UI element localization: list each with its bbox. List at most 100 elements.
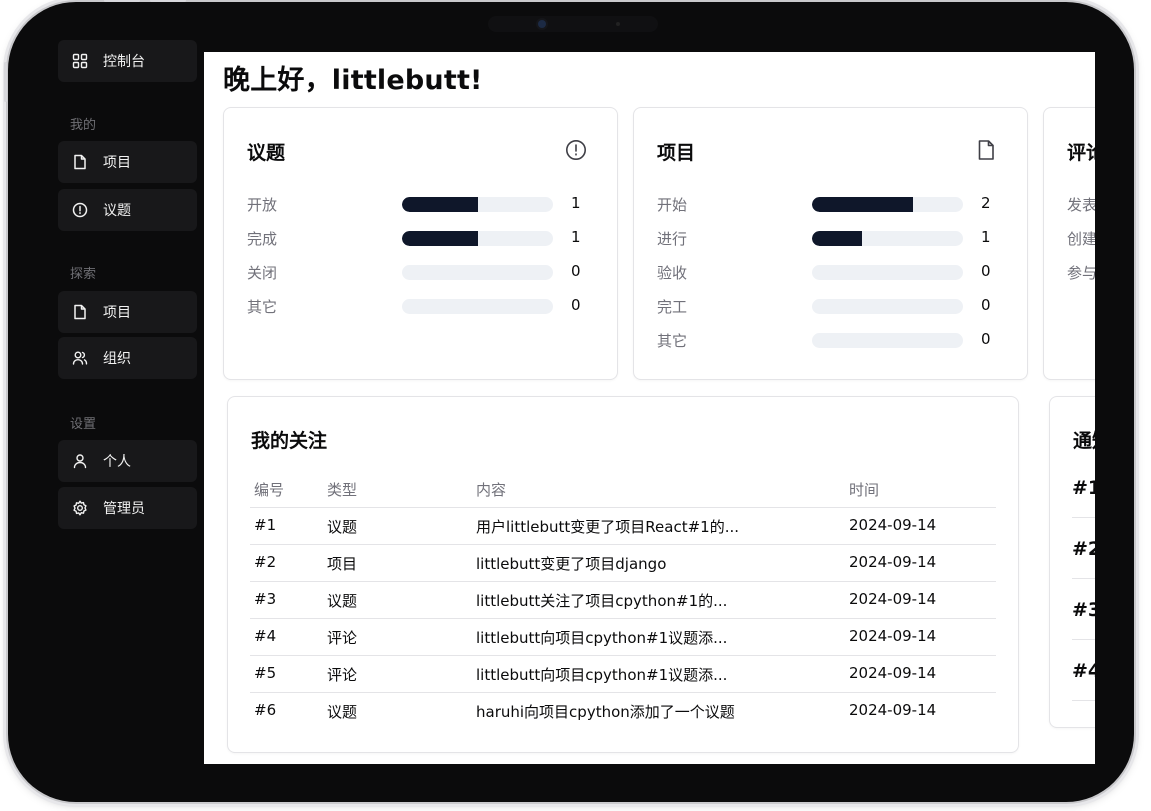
cell-content: 用户littlebutt变更了项目React#1的... <box>476 518 739 536</box>
cell-type: 评论 <box>327 666 358 684</box>
follow-card-title: 我的关注 <box>251 430 328 452</box>
sidebar-item-my-issues[interactable]: 议题 <box>58 189 197 231</box>
projects-stat-row: 进行 1 <box>657 228 997 248</box>
greeting-title: 晚上好，littlebutt! <box>223 65 483 96</box>
sidebar-item-label: 组织 <box>103 351 131 367</box>
column-header-type: 类型 <box>327 481 358 499</box>
stat-value: 0 <box>981 330 991 348</box>
sidebar-item-explore-projects[interactable]: 项目 <box>58 291 197 333</box>
cell-content: littlebutt向项目cpython#1议题添... <box>476 629 728 647</box>
sidebar-item-label: 控制台 <box>103 54 145 70</box>
stat-label: 验收 <box>657 264 688 282</box>
notify-card: 通知 #1 #2 #3 #4 <box>1049 396 1095 728</box>
stat-label: 完成 <box>247 230 278 248</box>
issues-card-title: 议题 <box>247 142 286 164</box>
cell-id: #4 <box>254 627 277 645</box>
cell-type: 项目 <box>327 555 358 573</box>
alert-circle-icon <box>565 139 587 161</box>
progress-track <box>812 265 963 280</box>
issues-stat-row: 完成 1 <box>247 228 587 248</box>
progress-fill <box>402 231 478 246</box>
top-button-2 <box>150 0 186 2</box>
notify-item[interactable]: #1 <box>1072 477 1095 499</box>
follow-table: 编号 类型 内容 时间 #1 议题 用户littlebutt变更了项目React#1… <box>250 475 996 729</box>
projects-stat-row: 验收 0 <box>657 262 997 282</box>
sensor-icon <box>616 22 620 26</box>
comments-stat-row: 发表 <box>1067 194 1095 214</box>
divider <box>1072 578 1095 579</box>
table-row[interactable]: #3 议题 littlebutt关注了项目cpython#1的... 2024-09-… <box>250 582 996 619</box>
table-row[interactable]: #5 评论 littlebutt向项目cpython#1议题添... 2024-09-… <box>250 656 996 693</box>
top-button <box>104 0 140 2</box>
projects-stat-row: 完工 0 <box>657 296 997 316</box>
column-header-id: 编号 <box>254 481 285 499</box>
main-content: 晚上好，littlebutt! 议题 开放 1 完成 1 关闭 0 其它 0 项目 开始 2 进行… <box>204 52 1095 764</box>
cell-id: #1 <box>254 516 277 534</box>
cell-type: 议题 <box>327 592 358 610</box>
comments-stat-row: 参与 <box>1067 262 1095 282</box>
notify-item[interactable]: #3 <box>1072 599 1095 621</box>
stat-value: 0 <box>571 296 581 314</box>
stat-label: 参与 <box>1067 264 1095 282</box>
sidebar-item-admin[interactable]: 管理员 <box>58 487 197 529</box>
stat-label: 其它 <box>657 332 688 350</box>
comments-card: 评论 发表 创建 参与 <box>1043 107 1095 380</box>
users-icon <box>71 349 89 367</box>
stat-value: 0 <box>571 262 581 280</box>
comments-stat-row: 创建 <box>1067 228 1095 248</box>
notify-item[interactable]: #4 <box>1072 660 1095 682</box>
sidebar: 控制台 我的 项目 议题 探索 项目 组织 设置 个人 管理员 <box>54 38 204 758</box>
stat-label: 开始 <box>657 196 688 214</box>
notify-card-title: 通知 <box>1073 430 1095 452</box>
stat-value: 1 <box>571 228 581 246</box>
grid-icon <box>71 52 89 70</box>
progress-fill <box>812 231 863 246</box>
cell-time: 2024-09-14 <box>849 590 937 608</box>
progress-track <box>402 197 553 212</box>
cell-id: #3 <box>254 590 277 608</box>
cell-time: 2024-09-14 <box>849 664 937 682</box>
sidebar-item-label: 项目 <box>103 155 131 171</box>
progress-fill <box>812 197 913 212</box>
table-row[interactable]: #4 评论 littlebutt向项目cpython#1议题添... 2024-09-… <box>250 619 996 656</box>
stat-value: 0 <box>981 262 991 280</box>
notify-item[interactable]: #2 <box>1072 538 1095 560</box>
table-row[interactable]: #1 议题 用户littlebutt变更了项目React#1的... 2024-09-… <box>250 508 996 545</box>
volume-button <box>4 62 7 102</box>
file-icon <box>975 139 997 161</box>
projects-stat-row: 开始 2 <box>657 194 997 214</box>
sidebar-item-label: 项目 <box>103 305 131 321</box>
alert-circle-icon <box>71 201 89 219</box>
sidebar-item-organizations[interactable]: 组织 <box>58 337 197 379</box>
projects-stat-row: 其它 0 <box>657 330 997 350</box>
issues-stat-row: 其它 0 <box>247 296 587 316</box>
cell-time: 2024-09-14 <box>849 553 937 571</box>
column-header-content: 内容 <box>476 481 507 499</box>
sidebar-item-dashboard[interactable]: 控制台 <box>58 40 197 82</box>
sidebar-item-personal[interactable]: 个人 <box>58 440 197 482</box>
progress-track <box>812 197 963 212</box>
cell-content: littlebutt变更了项目django <box>476 555 667 573</box>
progress-track <box>402 265 553 280</box>
cell-type: 议题 <box>327 518 358 536</box>
column-header-time: 时间 <box>849 481 880 499</box>
progress-fill <box>402 197 478 212</box>
cell-id: #2 <box>254 553 277 571</box>
sidebar-section-settings: 设置 <box>70 417 97 432</box>
divider <box>1072 700 1095 701</box>
user-icon <box>71 452 89 470</box>
progress-track <box>812 299 963 314</box>
sidebar-section-explore: 探索 <box>70 267 97 282</box>
progress-track <box>402 299 553 314</box>
progress-track <box>812 333 963 348</box>
cell-time: 2024-09-14 <box>849 627 937 645</box>
table-row[interactable]: #2 项目 littlebutt变更了项目django 2024-09-14 <box>250 545 996 582</box>
camera-bar <box>488 16 658 32</box>
cell-type: 评论 <box>327 629 358 647</box>
table-row[interactable]: #6 议题 haruhi向项目cpython添加了一个议题 2024-09-14 <box>250 693 996 729</box>
sidebar-item-my-projects[interactable]: 项目 <box>58 141 197 183</box>
cell-time: 2024-09-14 <box>849 701 937 719</box>
issues-stat-row: 开放 1 <box>247 194 587 214</box>
cell-id: #6 <box>254 701 277 719</box>
comments-card-title: 评论 <box>1067 142 1095 164</box>
